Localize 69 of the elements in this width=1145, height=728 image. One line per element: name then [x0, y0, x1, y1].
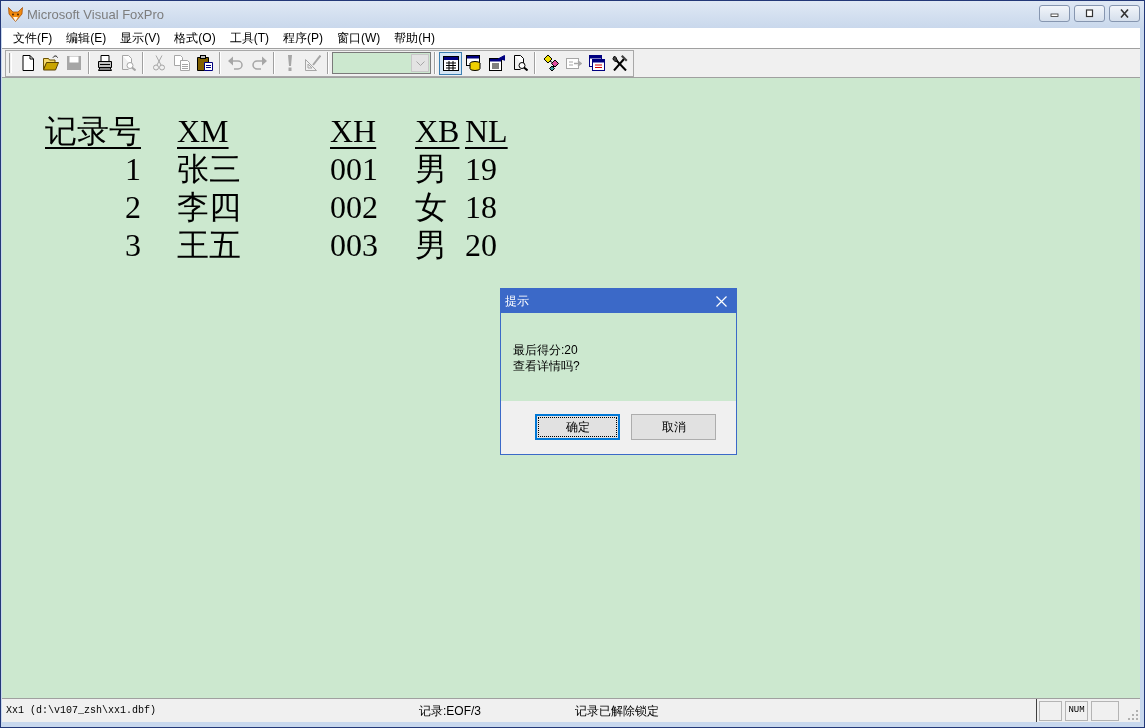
table-cell: 1: [125, 150, 141, 188]
grid-window-icon: [442, 55, 459, 71]
table-cell: 男: [415, 226, 447, 264]
column-header: XB: [415, 112, 460, 150]
menu-item[interactable]: 格式(O): [167, 28, 223, 48]
close-button[interactable]: [1109, 4, 1140, 22]
menu-item[interactable]: 文件(F): [6, 28, 60, 48]
page-magnifier-icon: [511, 55, 528, 71]
message-text: 查看详情吗?: [513, 358, 580, 374]
resize-grip-icon: [1128, 710, 1138, 720]
menu-item[interactable]: 显示(V): [113, 28, 168, 48]
diamonds-icon: [542, 55, 559, 71]
window-title: Microsoft Visual FoxPro: [27, 5, 165, 24]
table-cell: 18: [465, 188, 497, 226]
dialog-title: 提示: [505, 293, 529, 310]
hammer-wrench-icon: [611, 55, 628, 71]
column-header: XM: [177, 112, 229, 150]
maximize-icon: [1084, 8, 1095, 18]
properties-window-icon: [488, 55, 505, 71]
menu-item[interactable]: 窗口(W): [330, 28, 388, 48]
table-cell: 女: [415, 188, 447, 226]
page-magnifier-icon: [119, 55, 136, 71]
table-cell: 3: [125, 226, 141, 264]
menu-item[interactable]: 编辑(E): [59, 28, 114, 48]
printer-icon: [96, 55, 113, 71]
column-header: 记录号: [45, 112, 141, 150]
page-icon: [19, 55, 36, 71]
table-cell: 002: [330, 188, 378, 226]
indicator-panel: NUM: [1065, 700, 1088, 721]
scissors-icon: [150, 55, 167, 71]
folder-icon: [42, 55, 59, 71]
redo-icon: [250, 55, 267, 71]
table-cell: 2: [125, 188, 141, 226]
message-text: 最后得分:20: [513, 342, 578, 358]
table-cell: 001: [330, 150, 378, 188]
dialog-close-button[interactable]: [715, 295, 727, 307]
clipboard-icon: [196, 55, 213, 71]
table-cell: 王五: [177, 226, 241, 264]
menu-item[interactable]: 工具(T): [222, 28, 276, 48]
chevron-down-icon: [415, 60, 425, 66]
close-icon: [1119, 8, 1130, 18]
table-cell: 20: [465, 226, 497, 264]
file-path-text: Xx1 (d:\v107_zsh\xx1.dbf): [6, 704, 158, 718]
pages-icon: [173, 55, 190, 71]
indicator-panel: [1091, 700, 1119, 721]
close-icon: [715, 295, 727, 307]
form-window-button[interactable]: [439, 51, 462, 75]
exclamation-icon: [287, 55, 292, 71]
stacked-windows-icon: [588, 55, 605, 71]
indicator-panel: [1039, 700, 1062, 721]
arrow-window-icon: [565, 55, 582, 71]
dialog-button[interactable]: 取消: [631, 414, 716, 440]
fox-head-icon: [8, 7, 23, 22]
table-cell: 李四: [177, 188, 241, 226]
menu-item[interactable]: 程序(P): [276, 28, 330, 48]
table-cell: 张三: [177, 150, 241, 188]
table-cell: 003: [330, 226, 378, 264]
lock-status-text: 记录已解除锁定: [575, 702, 659, 720]
maximize-button[interactable]: [1074, 4, 1105, 22]
database-window-icon: [465, 55, 482, 71]
table-cell: 男: [415, 150, 447, 188]
column-header: NL: [465, 112, 508, 150]
undo-icon: [227, 55, 244, 71]
ruler-pencil-icon: [304, 55, 321, 71]
table-cell: 19: [465, 150, 497, 188]
menu-item[interactable]: 帮助(H): [387, 28, 442, 48]
record-status-text: 记录:EOF/3: [419, 702, 482, 720]
dialog-button[interactable]: 确定: [535, 414, 620, 440]
column-header: XH: [330, 112, 377, 150]
